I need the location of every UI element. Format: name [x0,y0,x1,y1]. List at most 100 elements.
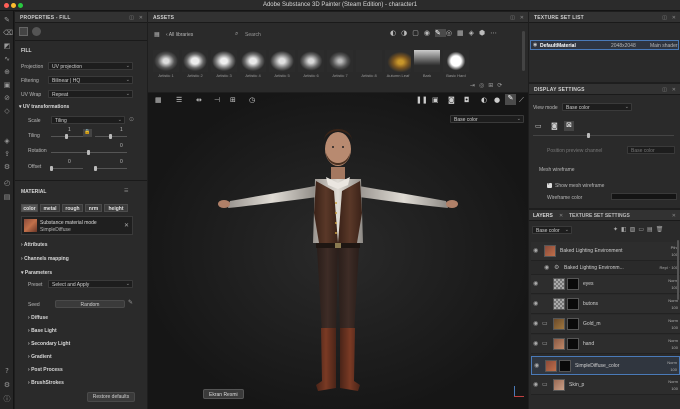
tab-layers-close-icon[interactable]: ✕ [559,213,563,219]
attributes-toggle[interactable]: › Attributes [21,242,48,248]
parameters-toggle[interactable]: ▾ Parameters [21,270,52,276]
import-icon[interactable]: ⇥ [470,82,479,89]
smudge-icon[interactable]: ∿ [3,55,11,63]
environment-settings-icon[interactable]: ▭ [535,122,542,130]
layer-row[interactable]: ◉ ▭ hand Norm 100 [531,335,680,354]
uv-transformations-toggle[interactable]: ▾ UV transformations [19,104,69,110]
brush-thumb-8[interactable] [356,50,382,72]
add-icon[interactable]: ⊞ [230,96,236,104]
layer-row[interactable]: ◉ ▭ Gold_m Norm 100 [531,315,680,334]
layer-blend[interactable]: Repl · 100 [660,265,678,270]
layer-tool-icon[interactable]: ◈ [3,137,11,145]
texture-filter-icon[interactable]: ▢ [412,29,424,37]
brush-thumb-9[interactable] [385,50,411,72]
texture-set-row[interactable]: ◉ DefaultMaterial 2048x2048 Main shader [530,40,679,50]
brush-filter-icon[interactable]: ✎ [434,29,446,37]
visibility-icon[interactable]: ◉ [533,280,538,287]
export-icon[interactable]: ⇪ [3,150,11,158]
add-folder-icon[interactable]: ▭ [638,226,647,233]
camera-icon[interactable]: ◙ [448,96,455,104]
library-sidebar-icon[interactable]: ▦ [154,31,160,38]
viewport-channel-dropdown[interactable]: Base color ⌄ [450,115,524,123]
layer-row[interactable]: ◉ eyes Norm 100 [531,275,680,294]
offset-slider-2-knob[interactable] [94,166,97,171]
viewport[interactable]: ▦ ☰ ⇹ ⊣ ⊞ ◷ ❚❚ ▣ ◙ ◘ ◐ ● ✎ ⟋ Base color ⌄… [148,93,528,409]
align-icon[interactable]: ⊣ [214,96,220,104]
layer-blend[interactable]: Norm 100 [668,317,678,331]
close-icon[interactable]: ✕ [124,222,129,229]
layers-channel-dropdown[interactable]: Base color ⌄ [532,226,572,234]
paint-mode-icon[interactable]: ✎ [505,94,516,105]
timer-icon[interactable]: ◷ [249,96,255,104]
offset-slider-1[interactable] [51,168,83,169]
panel-collapse-icon[interactable]: ◫ [662,15,667,21]
projection-icon[interactable]: ◩ [3,42,11,50]
chip-color[interactable]: color [21,204,38,212]
preset-dropdown[interactable]: Select and Apply ⌄ [48,280,133,288]
refresh-icon[interactable]: ⟳ [497,82,506,89]
symmetry-icon[interactable]: ⇹ [196,96,202,104]
chip-rough[interactable]: rough [62,204,83,212]
settings-icon[interactable]: ⚙ [3,381,11,389]
zoom-icon[interactable]: ◎ [479,82,488,89]
material-menu-icon[interactable]: ☰ [124,188,128,194]
ruler-icon[interactable]: ⟋ [519,96,524,105]
tab-texture-set-settings[interactable]: TEXTURE SET SETTINGS [569,213,630,219]
layer-row[interactable]: ◉ ▭ Skin_p Norm 100 [531,376,680,395]
brush-thumb-7[interactable] [327,50,353,72]
info-icon[interactable]: ⓘ [3,395,11,403]
display-icon[interactable]: ▤ [3,193,11,201]
eraser-icon[interactable]: ⌫ [3,29,13,37]
tab-layers[interactable]: LAYERS [533,213,553,219]
scale-dropdown[interactable]: Tiling ⌄ [51,116,125,124]
brushstrokes-toggle[interactable]: › BrushStrokes [28,380,64,386]
brush-thumb-11[interactable] [443,50,469,72]
add-library-icon[interactable]: ⊞ [488,82,497,89]
library-selector[interactable]: ‹ All libraries [166,32,193,38]
seed-random-button[interactable]: Random [55,300,125,308]
layer-row[interactable]: ◉ butons Norm 100 [531,295,680,314]
visibility-icon[interactable]: ◉ [533,42,537,48]
restore-defaults-button[interactable]: Restore defaults [87,392,135,402]
wireframe-color-swatch[interactable] [611,193,677,200]
fill-icon[interactable]: ▣ [3,81,11,89]
chip-nrm[interactable]: nrm [85,204,102,212]
delete-layer-icon[interactable]: 🗑 [656,226,667,233]
add-layer-icon[interactable]: ▤ [647,226,656,233]
visibility-icon[interactable]: ◉ [544,264,549,271]
screenshot-icon[interactable]: ▣ [432,96,439,104]
paint-brush-icon[interactable]: ✎ [3,16,11,24]
base-light-toggle[interactable]: › Base Light [28,328,57,334]
brush-thumb-10[interactable] [414,50,440,72]
material-mode-box[interactable]: Substance material mode SimpleDiffuse ✕ [21,216,133,235]
offset-slider-1-knob[interactable] [50,166,53,171]
offset-slider-2[interactable] [95,168,127,169]
panel-close-icon[interactable]: ✕ [672,213,676,219]
shader-filter-icon[interactable]: ⬢ [479,29,490,37]
visibility-icon[interactable]: ◉ [533,320,538,327]
rotation-slider-knob[interactable] [87,150,90,155]
material-filter-icon[interactable]: ◐ [390,29,401,37]
projection-dropdown[interactable]: UV projection ⌄ [48,62,133,70]
visibility-icon[interactable]: ◉ [533,340,538,347]
layers-scrollbar[interactable] [677,240,679,300]
viewer-settings-icon[interactable]: ⊠ [564,121,574,131]
add-mask-icon[interactable]: ◧ [621,226,630,233]
camera-settings-icon[interactable]: ◙ [551,122,558,130]
post-process-toggle[interactable]: › Post Process [28,367,63,373]
layer-blend[interactable]: Norm 100 [668,337,678,351]
panel-close-icon[interactable]: ✕ [672,15,676,21]
grid-view-icon[interactable]: ▦ [155,96,162,104]
add-effect-icon[interactable]: ✦ [613,226,621,233]
panel-close-icon[interactable]: ✕ [520,15,524,21]
alpha-filter-icon[interactable]: ◈ [469,29,479,37]
channels-mapping-toggle[interactable]: › Channels mapping [21,256,69,262]
lighting-icon[interactable]: ◐ [481,96,487,104]
panel-close-icon[interactable]: ✕ [672,87,676,93]
panel-close-icon[interactable]: ✕ [139,15,143,21]
brush-thumb-4[interactable] [240,50,266,72]
visibility-icon[interactable]: ◉ [534,362,539,369]
picker-icon[interactable]: ⊘ [3,94,11,102]
tiling-slider-2-knob[interactable] [109,134,112,139]
scale-reset-icon[interactable]: ⊙ [129,116,134,123]
